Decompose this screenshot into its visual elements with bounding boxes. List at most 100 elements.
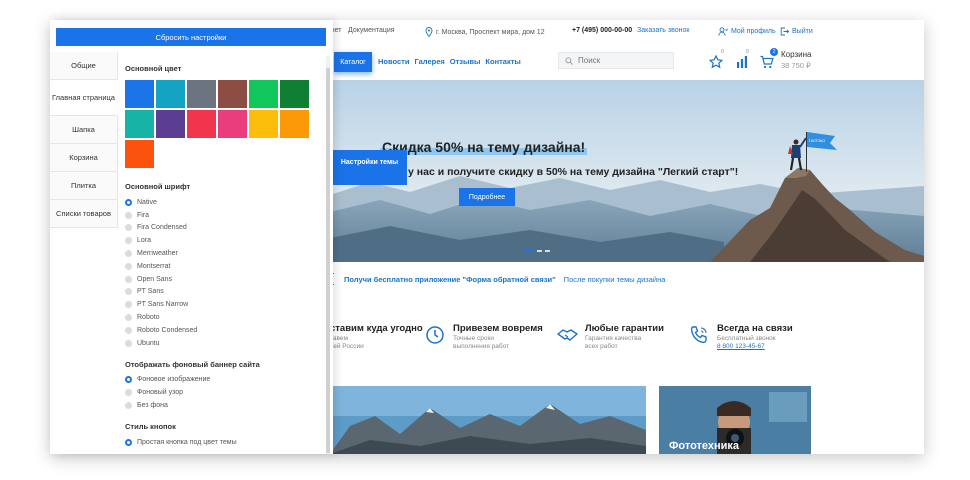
tab-cart[interactable]: Корзина bbox=[50, 144, 118, 172]
nav-link-news[interactable]: Новости bbox=[378, 57, 409, 66]
radio-button[interactable] bbox=[125, 326, 132, 334]
font-label: Open Sans bbox=[137, 275, 173, 283]
promo-secondary-link[interactable]: После покупки темы дизайна bbox=[564, 275, 666, 284]
radio-button[interactable] bbox=[125, 224, 132, 232]
promo-strip: Получи бесплатно приложение "Форма обрат… bbox=[330, 270, 924, 288]
phone-icon bbox=[690, 326, 707, 344]
font-option[interactable]: Roboto bbox=[125, 311, 320, 324]
free-call-phone-link[interactable]: 8 800 123-45-67 bbox=[717, 343, 793, 351]
tab-header[interactable]: Шапка bbox=[50, 116, 118, 144]
hero-subtitle: у нас и получите скидку в 50% на тему ди… bbox=[408, 166, 739, 178]
logout-link[interactable]: Выйти bbox=[780, 27, 813, 36]
color-swatch[interactable] bbox=[156, 110, 185, 138]
panel-scrollbar[interactable] bbox=[326, 56, 330, 454]
banner-option[interactable]: Фоновый узор bbox=[125, 386, 320, 399]
radio-button[interactable] bbox=[125, 389, 132, 397]
font-option[interactable]: Native bbox=[125, 196, 320, 209]
logout-label: Выйти bbox=[792, 28, 813, 35]
radio-button[interactable] bbox=[125, 438, 132, 446]
font-option[interactable]: Fira bbox=[125, 209, 320, 222]
tab-tiles[interactable]: Плитка bbox=[50, 172, 118, 200]
font-option[interactable]: Montserrat bbox=[125, 260, 320, 273]
profile-link[interactable]: Мой профиль bbox=[718, 27, 776, 36]
radio-button[interactable] bbox=[125, 198, 132, 206]
tab-home-page[interactable]: Главная страница bbox=[50, 80, 118, 116]
font-option[interactable]: Roboto Condensed bbox=[125, 324, 320, 337]
cart-label[interactable]: Корзина bbox=[781, 50, 811, 59]
banner-option[interactable]: Фоновое изображение bbox=[125, 374, 320, 387]
cart-icon[interactable] bbox=[760, 55, 774, 69]
tab-general[interactable]: Общие bbox=[50, 52, 118, 80]
font-option[interactable]: Lora bbox=[125, 234, 320, 247]
radio-button[interactable] bbox=[125, 275, 132, 283]
hero-banner: ГАЛТОКО Скидка 50% на тему дизайна! у на… bbox=[330, 80, 924, 262]
color-swatch[interactable] bbox=[125, 110, 154, 138]
catalog-button[interactable]: Каталог bbox=[334, 52, 372, 72]
font-label: Roboto Condensed bbox=[137, 326, 198, 334]
color-swatch[interactable] bbox=[280, 80, 309, 108]
font-option[interactable]: Ubuntu bbox=[125, 337, 320, 350]
topbar-address[interactable]: г. Москва, Проспект мира, дом 12 bbox=[425, 27, 545, 37]
radio-button[interactable] bbox=[125, 237, 132, 245]
font-option[interactable]: Merriweather bbox=[125, 247, 320, 260]
location-pin-icon bbox=[425, 27, 433, 37]
star-icon[interactable] bbox=[709, 55, 723, 69]
font-option[interactable]: Open Sans bbox=[125, 273, 320, 286]
slider-dot-active[interactable] bbox=[524, 250, 534, 252]
search-icon bbox=[565, 56, 573, 65]
category-card-mountains[interactable] bbox=[330, 386, 646, 454]
radio-button[interactable] bbox=[125, 288, 132, 296]
search-input[interactable] bbox=[578, 56, 658, 65]
color-swatch[interactable] bbox=[187, 110, 216, 138]
nav-link-reviews[interactable]: Отзывы bbox=[450, 57, 481, 66]
font-radio-group: Native Fira Fira Condensed Lora Merriweather… bbox=[125, 196, 320, 350]
font-option[interactable]: PT Sans Narrow bbox=[125, 298, 320, 311]
promo-main-link[interactable]: Получи бесплатно приложение "Форма обрат… bbox=[344, 275, 556, 284]
compare-icon[interactable] bbox=[736, 55, 748, 69]
banner-option[interactable]: Без фона bbox=[125, 399, 320, 412]
radio-button[interactable] bbox=[125, 314, 132, 322]
color-swatch[interactable] bbox=[249, 110, 278, 138]
radio-button[interactable] bbox=[125, 301, 132, 309]
font-option[interactable]: Fira Condensed bbox=[125, 222, 320, 235]
radio-button[interactable] bbox=[125, 402, 132, 410]
font-option[interactable]: PT Sans bbox=[125, 286, 320, 299]
color-swatch[interactable] bbox=[156, 80, 185, 108]
feature-title: Любые гарантии bbox=[585, 323, 664, 334]
scrollbar-thumb[interactable] bbox=[326, 68, 330, 453]
radio-button[interactable] bbox=[125, 339, 132, 347]
feature-delivery: ставим куда угодно тавем сей России bbox=[330, 324, 423, 351]
banner-heading: Отображать фоновый баннер сайта bbox=[125, 359, 260, 369]
callback-link[interactable]: Заказать звонок bbox=[637, 27, 689, 34]
color-swatch[interactable] bbox=[249, 80, 278, 108]
feature-line: Гарантия качества bbox=[585, 335, 642, 342]
profile-label: Мой профиль bbox=[731, 28, 776, 35]
radio-button[interactable] bbox=[125, 250, 132, 258]
nav-link-gallery[interactable]: Галерея bbox=[414, 57, 444, 66]
radio-button[interactable] bbox=[125, 376, 132, 384]
nav-link-contacts[interactable]: Контакты bbox=[485, 57, 520, 66]
font-label: Montserrat bbox=[137, 262, 171, 270]
tab-product-lists[interactable]: Списки товаров bbox=[50, 200, 118, 228]
feature-line: выполнения работ bbox=[453, 343, 510, 350]
slider-dot[interactable] bbox=[545, 250, 550, 252]
color-swatch[interactable] bbox=[218, 110, 247, 138]
theme-settings-button[interactable]: Настройки темы bbox=[332, 150, 407, 185]
radio-button[interactable] bbox=[125, 262, 132, 270]
category-card-photo[interactable]: Фототехника bbox=[659, 386, 811, 454]
color-swatch[interactable] bbox=[218, 80, 247, 108]
font-label: Fira bbox=[137, 211, 150, 219]
color-swatch[interactable] bbox=[125, 140, 154, 168]
slider-dot[interactable] bbox=[537, 250, 542, 252]
topbar-docs-link[interactable]: Документация bbox=[348, 27, 395, 34]
button-style-option[interactable]: Простая кнопка под цвет темы bbox=[125, 436, 320, 449]
font-label: Roboto bbox=[137, 314, 160, 322]
radio-button[interactable] bbox=[125, 211, 132, 219]
color-swatch[interactable] bbox=[187, 80, 216, 108]
topbar-phone[interactable]: +7 (495) 000-00-00 bbox=[572, 27, 632, 34]
color-swatch[interactable] bbox=[280, 110, 309, 138]
font-label: Native bbox=[137, 198, 157, 206]
reset-settings-button[interactable]: Сбросить настройки bbox=[56, 28, 326, 46]
color-swatch[interactable] bbox=[125, 80, 154, 108]
hero-more-button[interactable]: Подробнее bbox=[459, 188, 515, 206]
